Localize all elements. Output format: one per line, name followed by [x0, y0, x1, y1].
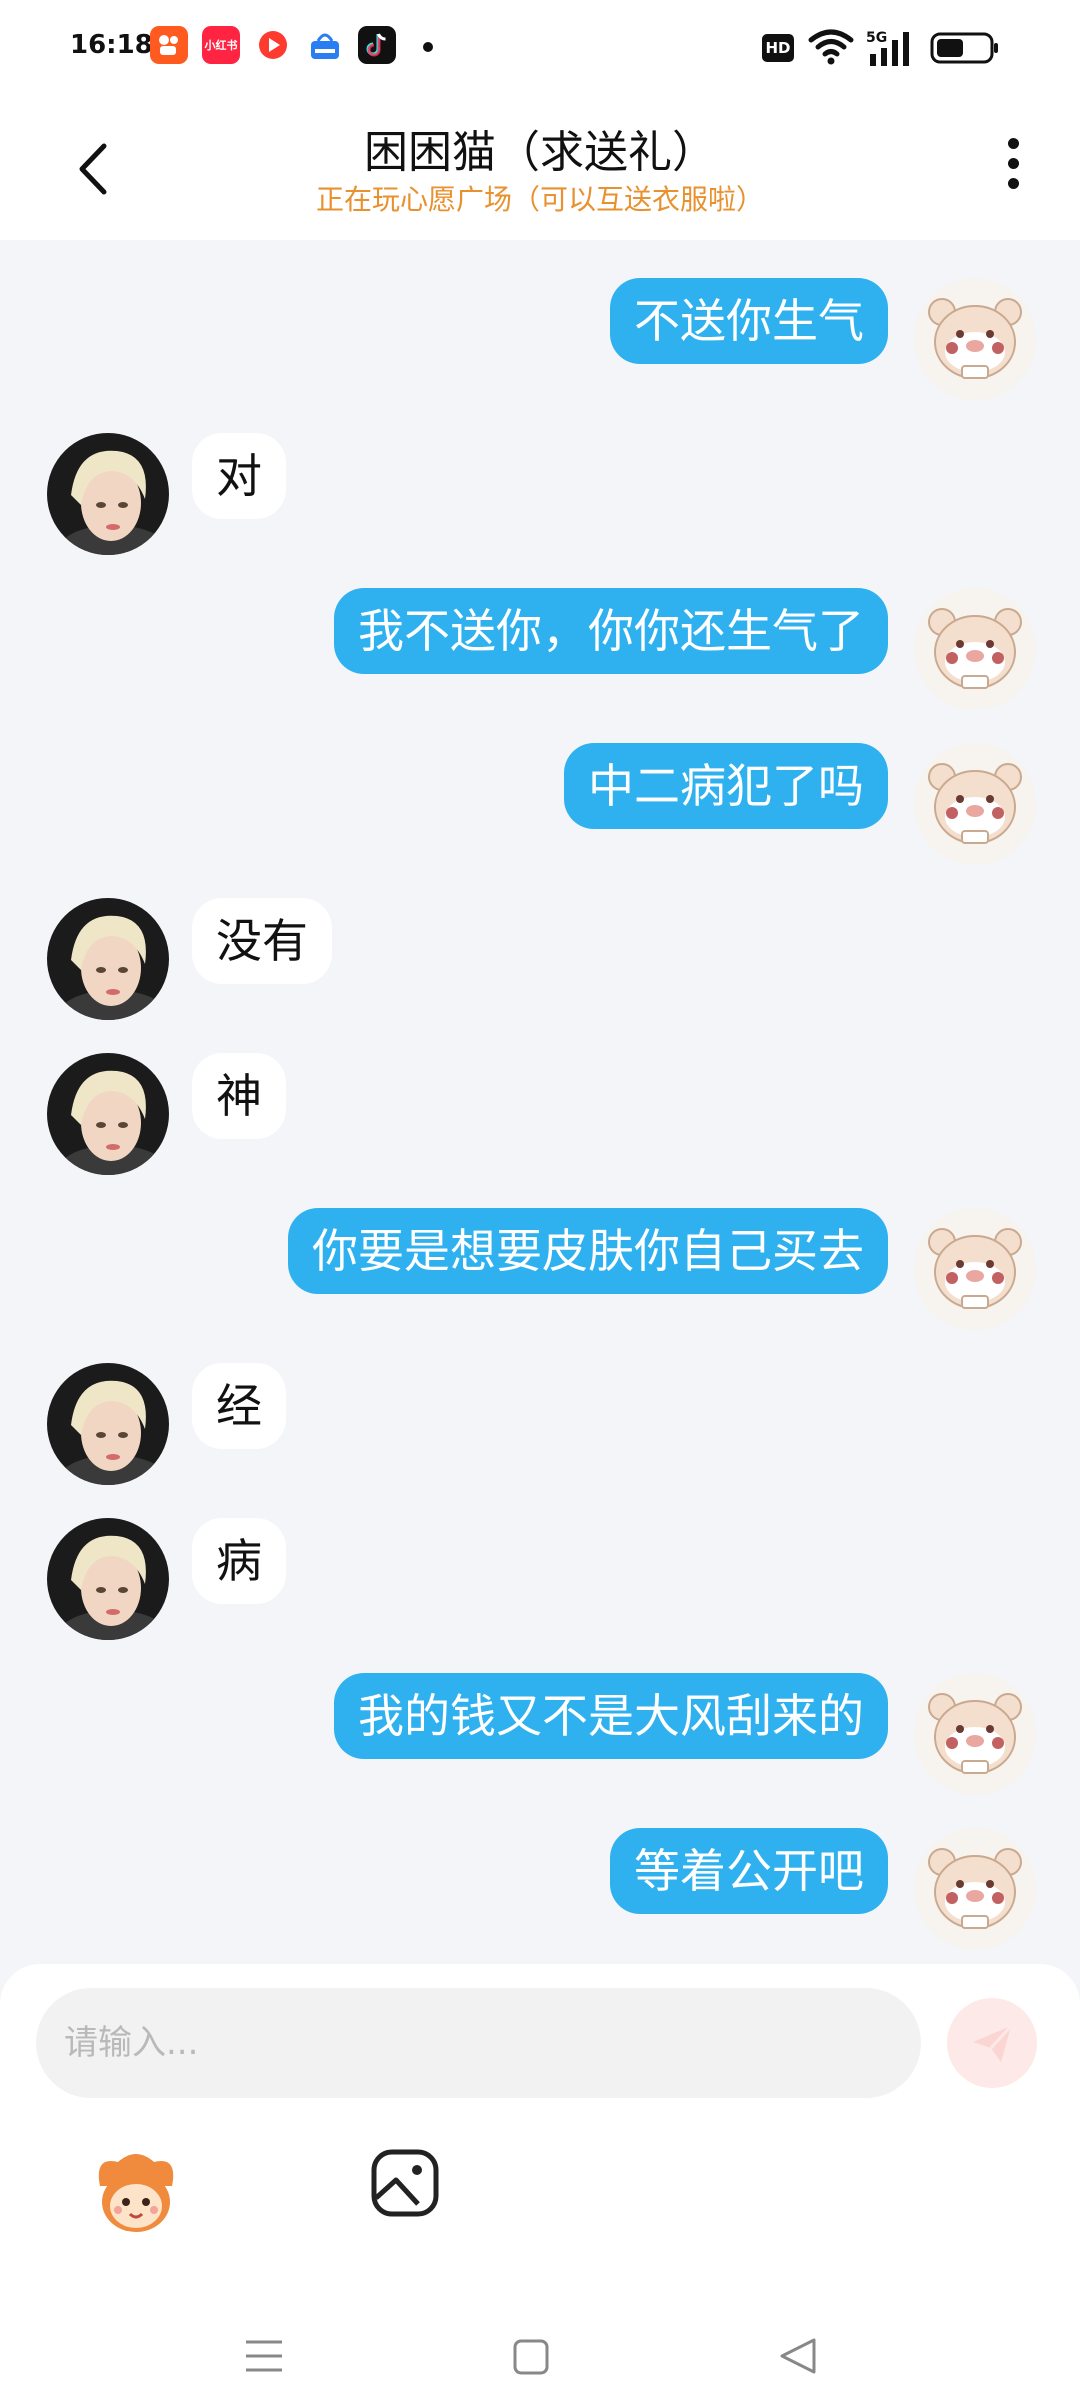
sent-message-bubble[interactable]: 等着公开吧	[610, 1828, 888, 1914]
my-avatar[interactable]	[914, 1208, 1036, 1330]
received-message-bubble[interactable]: 神	[192, 1053, 286, 1139]
contact-avatar[interactable]	[47, 433, 169, 555]
image-picker-button[interactable]	[370, 2148, 440, 2218]
my-avatar[interactable]	[914, 588, 1036, 710]
tiktok-icon	[358, 26, 396, 64]
signal-icon: 5G	[866, 30, 909, 66]
message-row: 没有	[0, 898, 1080, 1038]
battery-icon	[930, 32, 998, 64]
contact-avatar[interactable]	[47, 1363, 169, 1485]
message-row: 对	[0, 433, 1080, 573]
my-avatar[interactable]	[914, 1673, 1036, 1795]
received-message-bubble[interactable]: 病	[192, 1518, 286, 1604]
status-time: 16:18	[70, 30, 153, 60]
message-row: 你要是想要皮肤你自己买去	[0, 1208, 1080, 1348]
message-list[interactable]: 不送你生气 对 我不送你，你你还生气了 中二病犯了吗 没有 神 你要是想要皮肤你…	[0, 240, 1080, 1964]
sent-message-bubble[interactable]: 中二病犯了吗	[564, 743, 888, 829]
sent-message-bubble[interactable]: 不送你生气	[610, 278, 888, 364]
image-icon	[371, 2149, 439, 2217]
sent-message-bubble[interactable]: 你要是想要皮肤你自己买去	[288, 1208, 888, 1294]
message-row: 神	[0, 1053, 1080, 1193]
more-options-icon[interactable]	[998, 138, 1028, 198]
kuaishou-icon	[150, 26, 188, 64]
mascot-icon	[98, 2154, 174, 2232]
chat-title: 困困猫（求送礼）	[364, 127, 716, 178]
received-message-bubble[interactable]: 对	[192, 433, 286, 519]
chat-status-subtitle[interactable]: 正在玩心愿广场（可以互送衣服啦）	[0, 178, 1080, 218]
message-row: 病	[0, 1518, 1080, 1658]
app-store-icon	[306, 26, 344, 64]
wifi-icon	[808, 29, 854, 65]
message-row: 中二病犯了吗	[0, 743, 1080, 883]
my-avatar[interactable]	[914, 743, 1036, 865]
message-row: 我的钱又不是大风刮来的	[0, 1673, 1080, 1813]
sent-message-bubble[interactable]: 我的钱又不是大风刮来的	[334, 1673, 888, 1759]
contact-avatar[interactable]	[47, 1518, 169, 1640]
nav-back-icon[interactable]	[778, 2336, 818, 2376]
notification-dot	[423, 42, 433, 52]
video-app-icon	[254, 26, 292, 64]
my-avatar[interactable]	[914, 278, 1036, 400]
message-row: 不送你生气	[0, 278, 1080, 418]
received-message-bubble[interactable]: 没有	[192, 898, 332, 984]
contact-avatar[interactable]	[47, 1053, 169, 1175]
message-input[interactable]	[36, 1988, 921, 2098]
mascot-sticker-button[interactable]	[90, 2146, 182, 2238]
hd-badge: HD	[762, 34, 794, 62]
message-row: 我不送你，你你还生气了	[0, 588, 1080, 728]
message-row: 等着公开吧	[0, 1828, 1080, 1964]
recent-apps-icon[interactable]	[244, 2338, 284, 2374]
sent-message-bubble[interactable]: 我不送你，你你还生气了	[334, 588, 888, 674]
status-bar: 16:18 小红书 HD 5G	[0, 0, 1080, 96]
contact-avatar[interactable]	[47, 898, 169, 1020]
home-icon[interactable]	[512, 2338, 550, 2376]
xiaohongshu-icon: 小红书	[202, 26, 240, 64]
send-button[interactable]	[947, 1998, 1037, 2088]
system-nav-bar	[0, 2298, 1080, 2408]
network-type-label: 5G	[866, 30, 887, 46]
chat-header: 困困猫（求送礼） 正在玩心愿广场（可以互送衣服啦）	[0, 96, 1080, 240]
message-row: 经	[0, 1363, 1080, 1503]
received-message-bubble[interactable]: 经	[192, 1363, 286, 1449]
send-icon	[973, 2024, 1013, 2062]
my-avatar[interactable]	[914, 1828, 1036, 1950]
